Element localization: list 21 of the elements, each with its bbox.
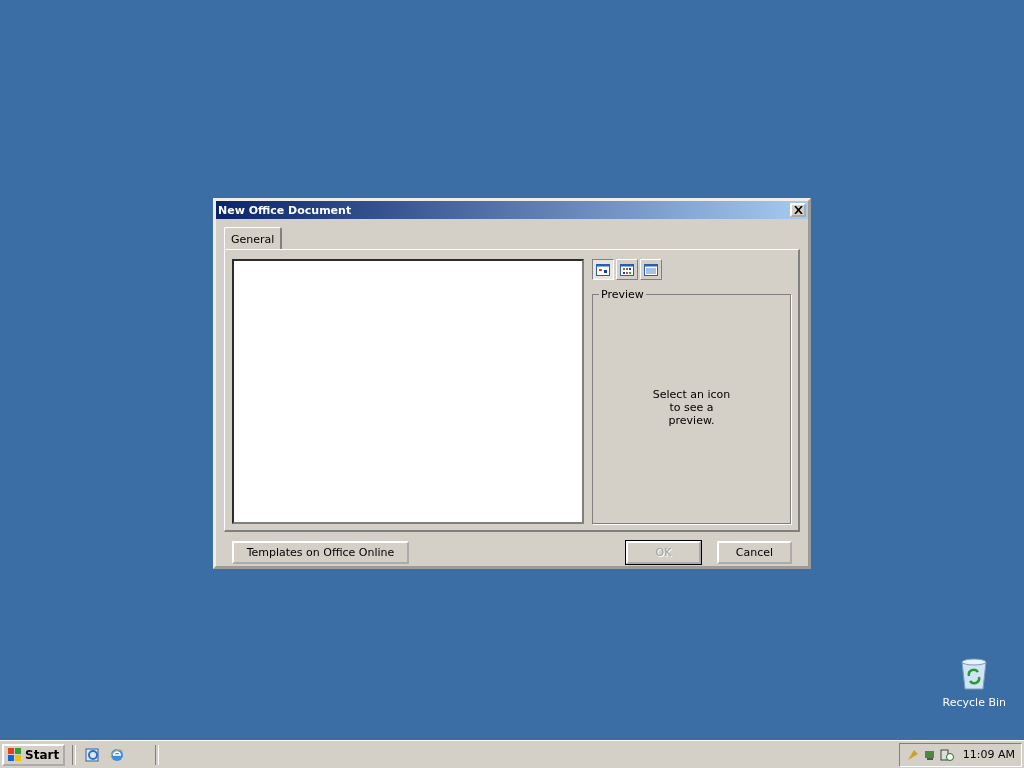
- template-list[interactable]: [232, 259, 584, 524]
- preview-message: Select an icon to see a preview.: [651, 387, 732, 427]
- desktop-icon-label[interactable]: Recycle Bin: [942, 696, 1006, 709]
- view-button[interactable]: [592, 259, 614, 280]
- dialog-button[interactable]: Templates on Office Online: [232, 541, 409, 564]
- details-view-icon: [644, 263, 658, 276]
- browser-icon[interactable]: [109, 746, 126, 763]
- start-button[interactable]: Start: [2, 743, 66, 766]
- window-title: New Office Document: [218, 203, 352, 217]
- volume-icon[interactable]: [939, 747, 954, 762]
- small-icons-view-icon: [620, 263, 634, 276]
- clock[interactable]: 11:09 AM: [962, 748, 1015, 761]
- close-icon: [793, 206, 803, 214]
- preview-label: Preview: [600, 288, 645, 301]
- recycle-bin-icon[interactable]: [959, 658, 990, 690]
- dialog-button[interactable]: Cancel: [717, 541, 792, 564]
- close-button[interactable]: [790, 203, 806, 217]
- tab[interactable]: General: [224, 227, 283, 249]
- quick-launch-icon[interactable]: [85, 746, 102, 763]
- large-icons-view-icon: [596, 263, 610, 276]
- windows-logo-icon: [8, 748, 22, 761]
